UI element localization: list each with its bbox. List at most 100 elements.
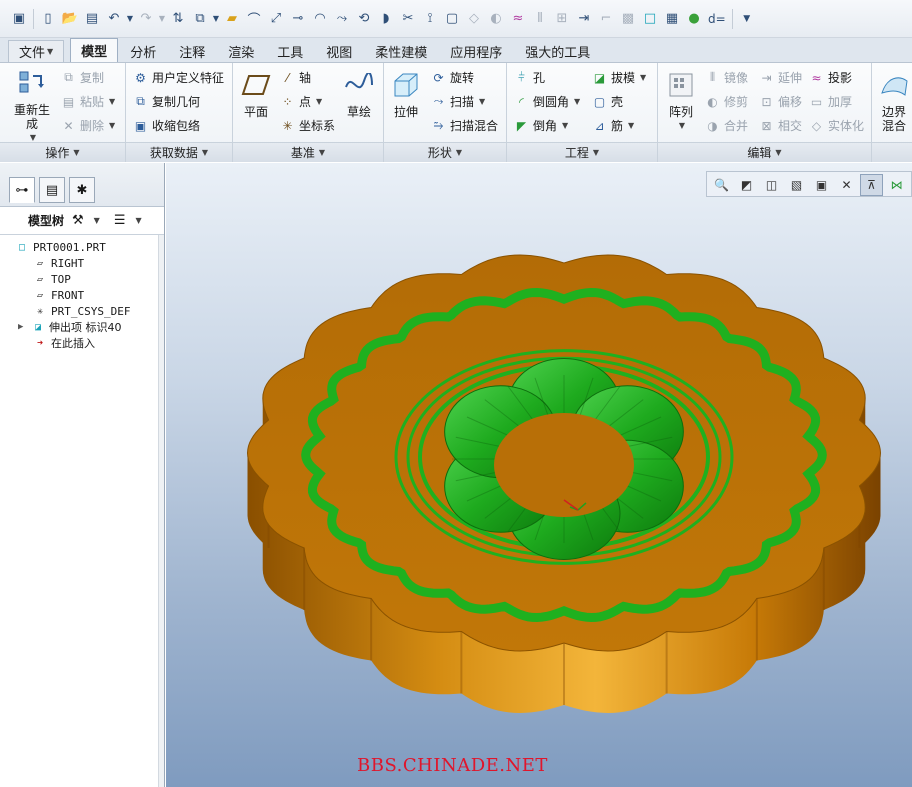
tab-tools[interactable]: 工具	[266, 40, 314, 62]
rotate-icon[interactable]: ⟲	[353, 8, 375, 30]
trim-icon[interactable]: ✂	[397, 8, 419, 30]
folder-browser-tab-icon[interactable]: ▤	[39, 177, 65, 203]
tab-flexible-modeling[interactable]: 柔性建模	[364, 40, 438, 62]
group-title-shapes[interactable]: 形状 ▼	[384, 142, 506, 162]
regenerate-button[interactable]: 重新生成 ▼	[10, 67, 54, 145]
regenerate-icon[interactable]: ⇅	[167, 8, 189, 30]
tab-view[interactable]: 视图	[315, 40, 363, 62]
tab-analysis[interactable]: 分析	[119, 40, 167, 62]
surface-icon[interactable]: ◠	[309, 8, 331, 30]
chevron-down-icon[interactable]: ▼	[135, 216, 141, 225]
intersect-button[interactable]: ⊠ 相交	[758, 117, 802, 134]
offset-button[interactable]: ⊡ 偏移	[758, 93, 802, 110]
copy-surf-icon[interactable]: ▢	[441, 8, 463, 30]
tree-node-csys[interactable]: ✳ PRT_CSYS_DEF	[0, 303, 164, 319]
undo-icon[interactable]: ↶	[103, 8, 125, 30]
windows-icon[interactable]: ⧉	[189, 8, 211, 30]
tree-settings-icon[interactable]: ⚒	[72, 213, 84, 228]
tab-annotate[interactable]: 注释	[168, 40, 216, 62]
open-icon[interactable]: 📂	[59, 8, 81, 30]
windows-dropdown-icon[interactable]: ▼	[211, 8, 221, 30]
folder-icon[interactable]: ▰	[221, 8, 243, 30]
pattern-button[interactable]: 阵列 ▼	[662, 69, 700, 133]
box-icon[interactable]: ▩	[617, 8, 639, 30]
tab-model[interactable]: 模型	[70, 38, 119, 62]
blend-icon[interactable]: ◗	[375, 8, 397, 30]
copy-geometry-button[interactable]: ⧉ 复制几何	[132, 93, 200, 110]
sketch-button[interactable]: 草绘	[341, 69, 377, 119]
extend-icon[interactable]: ◐	[485, 8, 507, 30]
merge-button[interactable]: ◑ 合并	[704, 117, 748, 134]
sweep-icon[interactable]: ⤳	[331, 8, 353, 30]
tab-applications[interactable]: 应用程序	[439, 40, 513, 62]
regenerate-small-icon[interactable]: ▣	[8, 8, 30, 30]
save-icon[interactable]: ▤	[81, 8, 103, 30]
shell-button[interactable]: ▢ 壳	[591, 93, 623, 110]
draft-button[interactable]: ◪ 拔模 ▼	[591, 69, 646, 86]
axis-icon[interactable]: ⊸	[287, 8, 309, 30]
graphics-window[interactable]: 🔍 ◩ ◫ ▧ ▣ ✕ ⊼ ⋈	[166, 163, 912, 787]
wave-icon[interactable]: ≈	[507, 8, 529, 30]
fill-icon[interactable]: ⊞	[551, 8, 573, 30]
axis-button[interactable]: ⁄ 轴	[279, 69, 311, 86]
hole-button[interactable]: ⫩ 孔	[513, 69, 545, 86]
split-icon[interactable]: ◇	[463, 8, 485, 30]
tree-scrollbar[interactable]	[158, 235, 164, 787]
tree-columns-icon[interactable]: ☰	[114, 213, 126, 228]
tab-render[interactable]: 渲染	[217, 40, 265, 62]
thicken-button[interactable]: ▭ 加厚	[808, 93, 852, 110]
csys-button[interactable]: ✳ 坐标系	[279, 117, 335, 134]
trim-button[interactable]: ◐ 修剪	[704, 93, 748, 110]
spline-icon[interactable]: ⌒	[243, 8, 265, 30]
delete-button[interactable]: ✕ 删除 ▼	[60, 117, 115, 134]
curve-icon[interactable]: ⫴	[529, 8, 551, 30]
group-title-get-data[interactable]: 获取数据 ▼	[126, 142, 232, 162]
offset-icon[interactable]: ⟟	[419, 8, 441, 30]
group-title-operations[interactable]: 操作 ▼	[0, 142, 125, 162]
group-title-datum[interactable]: 基准 ▼	[233, 142, 383, 162]
point-button[interactable]: ⁘ 点 ▼	[279, 93, 322, 110]
tree-node-part[interactable]: □ PRT0001.PRT	[0, 239, 164, 255]
model-tree-tab-icon[interactable]: ⊶	[9, 177, 35, 203]
solidify-button[interactable]: ◇ 实体化	[808, 117, 864, 134]
extrude-button[interactable]: 拉伸	[388, 69, 424, 119]
chevron-down-icon[interactable]: ▼	[94, 216, 100, 225]
cube-icon[interactable]: □	[639, 8, 661, 30]
tab-file[interactable]: 文件 ▼	[8, 40, 65, 62]
tree-node-insert-here[interactable]: ➜ 在此插入	[0, 335, 164, 351]
tab-power-tools[interactable]: 强大的工具	[514, 40, 601, 62]
tree-node-top[interactable]: ▱ TOP	[0, 271, 164, 287]
extend-button[interactable]: ⇥ 延伸	[758, 69, 802, 86]
group-title-editing[interactable]: 编辑 ▼	[658, 142, 871, 162]
redo-icon[interactable]: ↷	[135, 8, 157, 30]
expand-arrow-icon[interactable]: ▶	[18, 322, 30, 332]
cube-outline-icon[interactable]: ⌐	[595, 8, 617, 30]
plane-button[interactable]: 平面	[239, 69, 273, 119]
boundary-blend-button[interactable]: 边界混合	[876, 69, 912, 133]
project-button[interactable]: ≈ 投影	[808, 69, 852, 86]
round-button[interactable]: ◜ 倒圆角 ▼	[513, 93, 580, 110]
transform-icon[interactable]: ⤢	[265, 8, 287, 30]
swept-blend-button[interactable]: ⥲ 扫描混合	[430, 117, 498, 134]
dimension-icon[interactable]: d=	[705, 8, 729, 30]
undo-dropdown-icon[interactable]: ▼	[125, 8, 135, 30]
customize-dropdown-icon[interactable]: ▼	[736, 8, 758, 30]
sphere-icon[interactable]: ●	[683, 8, 705, 30]
group-title-engineering[interactable]: 工程 ▼	[507, 142, 657, 162]
new-icon[interactable]: ▯	[37, 8, 59, 30]
chamfer-button[interactable]: ◤ 倒角 ▼	[513, 117, 568, 134]
paste-button[interactable]: ▤ 粘贴 ▼	[60, 93, 115, 110]
favorites-tab-icon[interactable]: ✱	[69, 177, 95, 203]
revolve-button[interactable]: ⟳ 旋转	[430, 69, 474, 86]
copy-button[interactable]: ⧉ 复制	[60, 69, 104, 86]
tree-node-protrusion[interactable]: ▶ ◪ 伸出项 标识40	[0, 319, 164, 335]
mirror-button[interactable]: ⫴ 镜像	[704, 69, 748, 86]
rib-button[interactable]: ⊿ 筋 ▼	[591, 117, 634, 134]
sweep-button[interactable]: ⤳ 扫描 ▼	[430, 93, 485, 110]
save-as-icon[interactable]: ▦	[661, 8, 683, 30]
udf-button[interactable]: ⚙ 用户定义特征	[132, 69, 224, 86]
tree-node-right[interactable]: ▱ RIGHT	[0, 255, 164, 271]
group-title-surfaces[interactable]	[872, 142, 912, 162]
redo-dropdown-icon[interactable]: ▼	[157, 8, 167, 30]
tree-node-front[interactable]: ▱ FRONT	[0, 287, 164, 303]
